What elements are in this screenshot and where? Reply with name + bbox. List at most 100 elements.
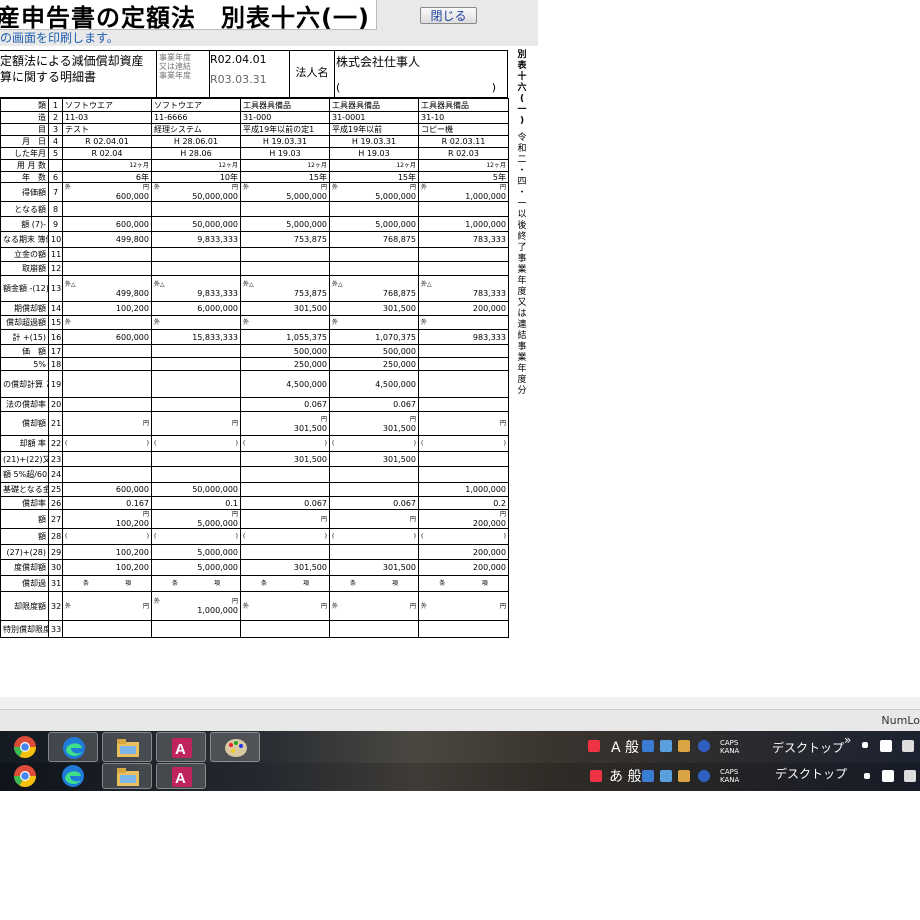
table-cell[interactable]: [329, 261, 419, 276]
desktop-toolbar-2[interactable]: デスクトップ: [775, 765, 847, 782]
table-cell[interactable]: [151, 357, 241, 371]
tray-box-icon[interactable]: [678, 740, 690, 752]
table-cell[interactable]: (): [62, 528, 152, 545]
table-cell[interactable]: 1,000,000: [418, 482, 509, 497]
table-cell[interactable]: [151, 451, 241, 467]
table-cell[interactable]: [62, 620, 152, 638]
table-cell[interactable]: [418, 201, 509, 217]
tray-ime-tool-icon[interactable]: [642, 740, 654, 752]
table-cell[interactable]: 外円: [240, 591, 330, 621]
flag-icon-2[interactable]: [882, 770, 894, 782]
table-cell[interactable]: [240, 466, 330, 483]
table-cell[interactable]: 5年: [418, 171, 509, 183]
table-cell[interactable]: 768,875: [329, 231, 419, 248]
close-button[interactable]: 閉じる: [420, 7, 477, 24]
table-cell[interactable]: 11-6666: [151, 111, 241, 124]
table-cell[interactable]: 11-03: [62, 111, 152, 124]
table-cell[interactable]: 31-000: [240, 111, 330, 124]
table-cell[interactable]: 5,000,000: [240, 216, 330, 232]
taskbar-paint[interactable]: [210, 732, 260, 762]
table-cell[interactable]: (): [418, 435, 509, 452]
table-cell[interactable]: 条項: [62, 575, 152, 592]
tray2-check-icon[interactable]: [590, 770, 602, 782]
table-cell[interactable]: [62, 397, 152, 412]
table-cell[interactable]: 外: [329, 315, 419, 330]
table-cell[interactable]: 円: [151, 411, 241, 436]
table-cell[interactable]: 円 301,500: [240, 411, 330, 436]
table-cell[interactable]: 円: [418, 411, 509, 436]
table-cell[interactable]: 円 5,000,000: [151, 509, 241, 529]
table-cell[interactable]: ソフトウエア: [62, 98, 152, 112]
table-cell[interactable]: 条項: [240, 575, 330, 592]
table-cell[interactable]: 31-10: [418, 111, 509, 124]
taskbar2-edge[interactable]: [48, 763, 98, 789]
table-cell[interactable]: 12ヶ月: [418, 159, 509, 172]
table-cell[interactable]: 0.067: [240, 496, 330, 510]
table-cell[interactable]: 外円 50,000,000: [151, 182, 241, 202]
table-cell[interactable]: 円 100,200: [62, 509, 152, 529]
table-cell[interactable]: 31-0001: [329, 111, 419, 124]
table-cell[interactable]: 外円 1,000,000: [151, 591, 241, 621]
table-cell[interactable]: 平成19年以前の定1: [240, 123, 330, 136]
table-cell[interactable]: [62, 247, 152, 262]
table-cell[interactable]: [151, 261, 241, 276]
table-cell[interactable]: [151, 344, 241, 358]
table-cell[interactable]: 500,000: [329, 344, 419, 358]
table-cell[interactable]: 5,000,000: [151, 559, 241, 576]
table-cell[interactable]: [240, 261, 330, 276]
table-cell[interactable]: (): [240, 528, 330, 545]
table-cell[interactable]: 円: [329, 509, 419, 529]
table-cell[interactable]: (): [418, 528, 509, 545]
table-cell[interactable]: 753,875: [240, 231, 330, 248]
table-cell[interactable]: (): [329, 435, 419, 452]
table-cell[interactable]: 外円 1,000,000: [418, 182, 509, 202]
table-cell[interactable]: [329, 466, 419, 483]
table-cell[interactable]: 円 200,000: [418, 509, 509, 529]
network-icon[interactable]: [902, 740, 914, 752]
table-cell[interactable]: [418, 247, 509, 262]
table-cell[interactable]: (): [62, 435, 152, 452]
table-cell[interactable]: [240, 620, 330, 638]
table-cell[interactable]: 外: [62, 315, 152, 330]
table-cell[interactable]: 100,200: [62, 559, 152, 576]
table-cell[interactable]: [62, 466, 152, 483]
table-cell[interactable]: 6年: [62, 171, 152, 183]
table-cell[interactable]: [62, 261, 152, 276]
table-cell[interactable]: 100,200: [62, 544, 152, 560]
tray-chat-icon[interactable]: [660, 740, 672, 752]
table-cell[interactable]: 0.1: [151, 496, 241, 510]
table-cell[interactable]: 4,500,000: [240, 370, 330, 398]
table-cell[interactable]: [240, 544, 330, 560]
table-cell[interactable]: [418, 397, 509, 412]
table-cell[interactable]: H 28.06.01: [151, 135, 241, 148]
table-cell[interactable]: 5,000,000: [329, 216, 419, 232]
table-cell[interactable]: 200,000: [418, 301, 509, 316]
table-cell[interactable]: H 19.03.31: [240, 135, 330, 148]
table-cell[interactable]: [62, 201, 152, 217]
table-cell[interactable]: 条項: [151, 575, 241, 592]
table-cell[interactable]: 12ヶ月: [240, 159, 330, 172]
table-cell[interactable]: 100,200: [62, 301, 152, 316]
table-cell[interactable]: [418, 344, 509, 358]
table-cell[interactable]: 外△ 783,333: [418, 275, 509, 302]
table-cell[interactable]: 条項: [329, 575, 419, 592]
table-cell[interactable]: [151, 370, 241, 398]
taskbar-access[interactable]: A: [156, 732, 206, 762]
table-cell[interactable]: 円: [240, 509, 330, 529]
table-cell[interactable]: 15年: [240, 171, 330, 183]
table-cell[interactable]: 外△ 768,875: [329, 275, 419, 302]
table-cell[interactable]: 600,000: [62, 329, 152, 345]
table-cell[interactable]: 15年: [329, 171, 419, 183]
toolbar-chevron[interactable]: »: [844, 733, 851, 747]
table-cell[interactable]: 外△ 9,833,333: [151, 275, 241, 302]
table-cell[interactable]: [240, 247, 330, 262]
table-cell[interactable]: [62, 357, 152, 371]
table-cell[interactable]: 外円: [418, 591, 509, 621]
table-cell[interactable]: [151, 620, 241, 638]
table-cell[interactable]: [329, 247, 419, 262]
network-icon-2[interactable]: [904, 770, 916, 782]
table-cell[interactable]: [329, 482, 419, 497]
table-cell[interactable]: [329, 201, 419, 217]
table-cell[interactable]: 平成19年以前: [329, 123, 419, 136]
ime-indicator[interactable]: A 般: [611, 737, 639, 757]
